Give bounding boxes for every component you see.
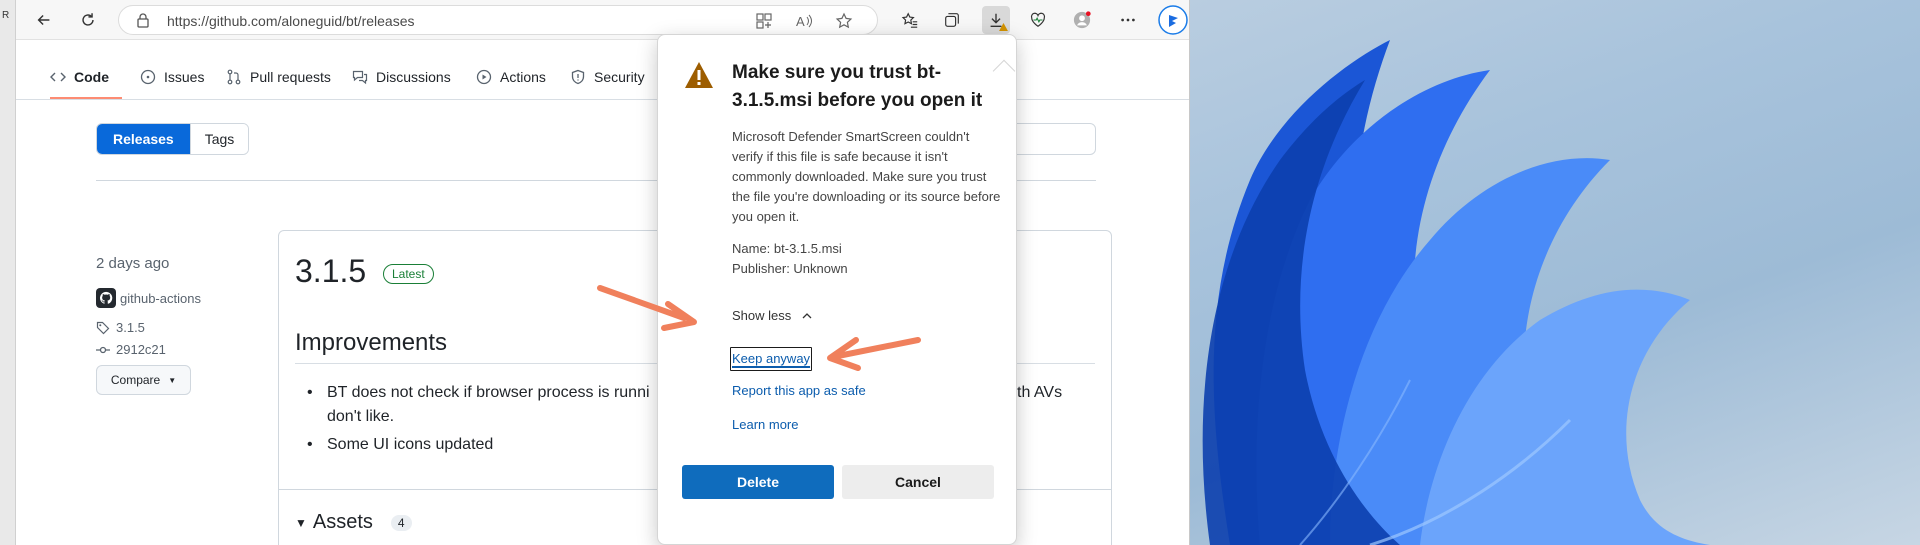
heart-pulse-icon bbox=[1030, 12, 1046, 27]
refresh-icon bbox=[82, 13, 94, 26]
shield-icon bbox=[571, 69, 585, 85]
browser-essentials-button[interactable] bbox=[1024, 6, 1052, 34]
release-commit-text: 2912c21 bbox=[116, 342, 166, 357]
tab-security[interactable]: Security bbox=[570, 66, 645, 88]
chevron-up-icon bbox=[802, 312, 812, 318]
actions-play-icon bbox=[476, 69, 492, 85]
bing-icon bbox=[1158, 5, 1188, 35]
tab-actions-label: Actions bbox=[500, 69, 546, 85]
favorites-button[interactable] bbox=[896, 6, 924, 34]
background-window-edge: R bbox=[0, 0, 16, 545]
tab-actions[interactable]: Actions bbox=[476, 66, 546, 88]
desktop-wallpaper bbox=[1190, 0, 1920, 545]
release-author[interactable]: github-actions bbox=[96, 288, 201, 308]
disclosure-triangle-icon: ▼ bbox=[295, 515, 307, 530]
pull-request-icon bbox=[227, 69, 241, 85]
release-tag-link[interactable]: 3.1.5 bbox=[96, 320, 145, 335]
favorites-list-icon bbox=[901, 12, 918, 28]
issue-icon bbox=[140, 69, 156, 85]
app-available-icon[interactable] bbox=[755, 12, 773, 30]
selected-tab-indicator bbox=[50, 97, 122, 99]
release-note-text-right: th AVs bbox=[1017, 384, 1063, 401]
latest-badge: Latest bbox=[383, 264, 434, 284]
tab-code[interactable]: Code bbox=[50, 66, 109, 88]
tab-code-label: Code bbox=[74, 69, 109, 85]
downloads-button[interactable] bbox=[982, 6, 1010, 34]
release-notes-heading: Improvements bbox=[295, 329, 448, 356]
address-bar[interactable]: https://github.com/aloneguid/bt/releases… bbox=[118, 5, 878, 35]
cancel-button[interactable]: Cancel bbox=[842, 465, 994, 499]
annotation-arrow-show-less bbox=[597, 285, 697, 331]
caret-down-icon: ▼ bbox=[168, 375, 177, 385]
warning-triangle-icon bbox=[685, 62, 713, 88]
release-date: 2 days ago bbox=[96, 255, 170, 272]
read-aloud-icon[interactable]: A bbox=[795, 12, 813, 30]
tab-security-label: Security bbox=[594, 69, 645, 85]
bing-chat-button[interactable] bbox=[1158, 5, 1188, 35]
github-actions-avatar bbox=[96, 288, 116, 308]
refresh-button[interactable] bbox=[74, 6, 102, 34]
releases-tags-switcher: Releases Tags bbox=[96, 123, 250, 155]
collections-button[interactable] bbox=[938, 6, 966, 34]
wallpaper-bloom bbox=[1202, 40, 1710, 545]
release-commit-link[interactable]: 2912c21 bbox=[96, 342, 166, 357]
tab-discussions[interactable]: Discussions bbox=[352, 66, 451, 88]
annotation-arrow-keep-anyway bbox=[827, 337, 921, 371]
back-button[interactable] bbox=[30, 6, 58, 34]
tab-discussions-label: Discussions bbox=[376, 69, 451, 85]
release-note-text-left: BT does not check if browser process is … bbox=[327, 384, 650, 401]
svg-text:A: A bbox=[796, 14, 805, 29]
profile-avatar-icon bbox=[1073, 11, 1091, 29]
tab-pull-requests[interactable]: Pull requests bbox=[226, 66, 331, 88]
delete-button[interactable]: Delete bbox=[682, 465, 834, 499]
releases-segment-button[interactable]: Releases bbox=[97, 124, 190, 154]
discussions-icon bbox=[352, 70, 368, 85]
tab-issues-label: Issues bbox=[164, 69, 205, 85]
learn-more-link[interactable]: Learn more bbox=[732, 417, 798, 432]
assets-toggle[interactable]: ▼ Assets 4 bbox=[295, 511, 412, 534]
tags-segment-button[interactable]: Tags bbox=[189, 124, 249, 154]
keep-anyway-link[interactable]: Keep anyway bbox=[729, 347, 813, 371]
tab-issues[interactable]: Issues bbox=[140, 66, 204, 88]
commit-icon bbox=[96, 346, 110, 353]
code-icon bbox=[50, 72, 66, 82]
browser-window: https://github.com/aloneguid/bt/releases… bbox=[16, 0, 1190, 545]
assets-label: Assets bbox=[312, 511, 373, 533]
compare-dropdown-button[interactable]: Compare ▼ bbox=[96, 365, 191, 395]
more-dots-icon bbox=[1121, 18, 1135, 22]
assets-count-badge: 4 bbox=[390, 514, 412, 531]
flyout-description: Microsoft Defender SmartScreen couldn't … bbox=[732, 129, 1001, 224]
file-publisher-text: Publisher: Unknown bbox=[732, 261, 848, 276]
favorite-star-icon[interactable] bbox=[835, 12, 853, 30]
show-less-label: Show less bbox=[732, 308, 792, 323]
report-app-safe-link[interactable]: Report this app as safe bbox=[732, 383, 866, 398]
download-warning-flyout: Make sure you trust bt-3.1.5.msi before … bbox=[657, 34, 1017, 545]
release-author-name: github-actions bbox=[120, 290, 201, 306]
settings-more-button[interactable] bbox=[1114, 6, 1142, 34]
tab-pull-requests-label: Pull requests bbox=[250, 69, 331, 85]
download-warning-icon bbox=[999, 23, 1008, 31]
background-window-label: R bbox=[2, 10, 10, 21]
lock-icon bbox=[137, 13, 149, 28]
collections-icon bbox=[945, 13, 959, 27]
url-text: https://github.com/aloneguid/bt/releases bbox=[167, 13, 415, 29]
github-mark-icon bbox=[99, 291, 113, 304]
release-version-title[interactable]: 3.1.5 bbox=[295, 253, 366, 290]
release-tag-text: 3.1.5 bbox=[116, 320, 145, 335]
flyout-title: Make sure you trust bt-3.1.5.msi before … bbox=[732, 62, 983, 111]
tag-icon bbox=[96, 321, 110, 334]
show-less-toggle[interactable]: Show less bbox=[732, 308, 813, 323]
file-name-text: Name: bt-3.1.5.msi bbox=[732, 241, 842, 256]
back-arrow-icon bbox=[37, 14, 50, 26]
profile-button[interactable] bbox=[1068, 6, 1096, 34]
browser-toolbar: https://github.com/aloneguid/bt/releases… bbox=[16, 0, 1189, 40]
compare-label: Compare bbox=[110, 373, 161, 387]
